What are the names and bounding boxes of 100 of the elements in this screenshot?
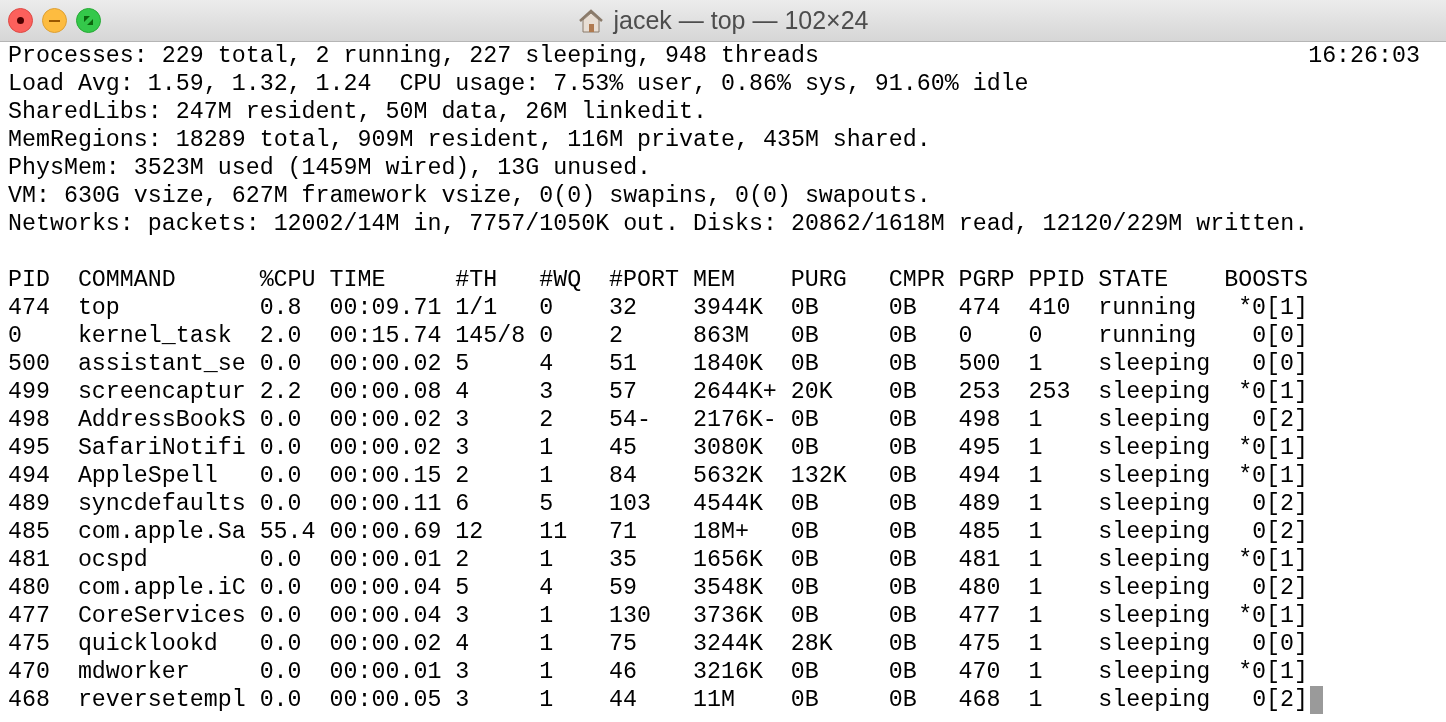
- table-cell: 00:00.02: [329, 435, 442, 461]
- table-cell: 00:00.04: [329, 603, 442, 629]
- table-cell: 0B: [888, 323, 917, 349]
- table-cell: 1: [1028, 575, 1043, 601]
- column-header: %CPU: [259, 266, 317, 294]
- table-cell: 0B: [790, 323, 819, 349]
- table-cell: 1656K: [692, 547, 763, 573]
- table-cell: 00:00.02: [329, 631, 442, 657]
- table-cell: 145/8: [455, 323, 526, 349]
- minimize-button[interactable]: [42, 8, 67, 33]
- table-cell: 28K: [790, 631, 833, 657]
- table-cell: 253: [958, 379, 1001, 405]
- table-cell: com.apple.iC: [77, 575, 246, 601]
- table-cell: running: [1098, 323, 1197, 349]
- table-cell: 0B: [888, 379, 917, 405]
- table-cell: 18M+: [692, 519, 749, 545]
- table-cell: 71: [609, 519, 638, 545]
- table-cell: 470: [958, 659, 1001, 685]
- table-cell: 0: [539, 295, 554, 321]
- table-cell: 5: [455, 351, 470, 377]
- table-cell: kernel_task: [77, 323, 232, 349]
- table-cell: 474: [958, 295, 1001, 321]
- table-cell: 1: [1028, 687, 1043, 713]
- table-cell: mdworker: [77, 659, 190, 685]
- table-cell: 0.0: [259, 547, 302, 573]
- table-cell: 485: [958, 519, 1001, 545]
- table-cell: 0B: [790, 687, 819, 713]
- table-cell: 500: [8, 351, 50, 377]
- summary-line: Processes: 229 total, 2 running, 227 sleeping, 948 threads: [8, 42, 819, 70]
- table-cell: 75: [609, 631, 638, 657]
- table-cell: 475: [958, 631, 1001, 657]
- column-header: MEM: [692, 266, 736, 294]
- table-cell: 00:00.02: [329, 407, 442, 433]
- table-cell: 00:00.15: [329, 463, 442, 489]
- table-cell: 1: [1028, 659, 1043, 685]
- table-cell: CoreServices: [77, 603, 246, 629]
- table-cell: 84: [609, 463, 638, 489]
- summary-line: SharedLibs: 247M resident, 50M data, 26M linkedit.: [8, 98, 708, 126]
- table-cell: sleeping: [1098, 379, 1211, 405]
- table-cell: 3: [455, 659, 470, 685]
- table-cell: 0B: [790, 603, 819, 629]
- table-cell: 00:00.04: [329, 575, 442, 601]
- table-cell: 0B: [888, 547, 917, 573]
- table-cell: 1: [539, 435, 554, 461]
- table-cell: 4: [455, 631, 470, 657]
- column-header: #PORT: [609, 266, 680, 294]
- table-cell: 0.0: [259, 659, 302, 685]
- column-header: PURG: [790, 266, 848, 294]
- table-cell: ocspd: [77, 547, 148, 573]
- summary-line: MemRegions: 18289 total, 909M resident, 116M private, 435M shared.: [8, 126, 931, 154]
- column-header: COMMAND: [77, 266, 177, 294]
- table-cell: 00:09.71: [329, 295, 442, 321]
- table-cell: 45: [609, 435, 638, 461]
- table-cell: 11: [539, 519, 568, 545]
- table-cell: 494: [8, 463, 50, 489]
- table-cell: 0.0: [259, 631, 302, 657]
- table-cell: 0B: [888, 463, 917, 489]
- table-cell: 3: [455, 407, 470, 433]
- table-cell: 130: [609, 603, 652, 629]
- table-cell: 477: [8, 603, 50, 629]
- column-header: PGRP: [958, 266, 1016, 294]
- table-cell: 468: [958, 687, 1001, 713]
- table-cell: 11M: [692, 687, 735, 713]
- table-cell: 0B: [790, 519, 819, 545]
- table-cell: 0.0: [259, 407, 302, 433]
- table-cell: 3944K: [692, 295, 763, 321]
- table-cell: 0B: [888, 519, 917, 545]
- table-cell: 0B: [888, 631, 917, 657]
- table-cell: 1: [1028, 351, 1043, 377]
- table-cell: 475: [8, 631, 50, 657]
- table-cell: sleeping: [1098, 351, 1211, 377]
- table-cell: 46: [609, 659, 638, 685]
- table-cell: 3548K: [692, 575, 763, 601]
- table-cell: 1: [539, 631, 554, 657]
- table-cell: SafariNotifi: [77, 435, 246, 461]
- column-header: STATE: [1098, 266, 1170, 294]
- table-cell: 44: [609, 687, 638, 713]
- table-cell: sleeping: [1098, 631, 1211, 657]
- table-cell: *0[1]: [1238, 546, 1309, 574]
- table-cell: 0B: [790, 351, 819, 377]
- table-cell: AppleSpell: [77, 463, 218, 489]
- table-cell: 0.0: [259, 687, 302, 713]
- table-cell: 0B: [790, 659, 819, 685]
- table-cell: 51: [609, 351, 638, 377]
- table-cell: 132K: [790, 463, 847, 489]
- table-cell: 0B: [790, 407, 819, 433]
- table-cell: 1: [539, 547, 554, 573]
- table-cell: 5: [539, 491, 554, 517]
- table-cell: *0[1]: [1238, 434, 1309, 462]
- table-cell: 5632K: [692, 463, 763, 489]
- close-button[interactable]: [8, 8, 33, 33]
- table-cell: 494: [958, 463, 1001, 489]
- table-cell: sleeping: [1098, 659, 1211, 685]
- table-cell: 0.0: [259, 491, 302, 517]
- zoom-button[interactable]: [76, 8, 101, 33]
- table-cell: 1: [1028, 491, 1043, 517]
- table-cell: 0B: [790, 575, 819, 601]
- table-cell: 0B: [790, 295, 819, 321]
- table-cell: 485: [8, 519, 50, 545]
- table-cell: 1: [1028, 631, 1043, 657]
